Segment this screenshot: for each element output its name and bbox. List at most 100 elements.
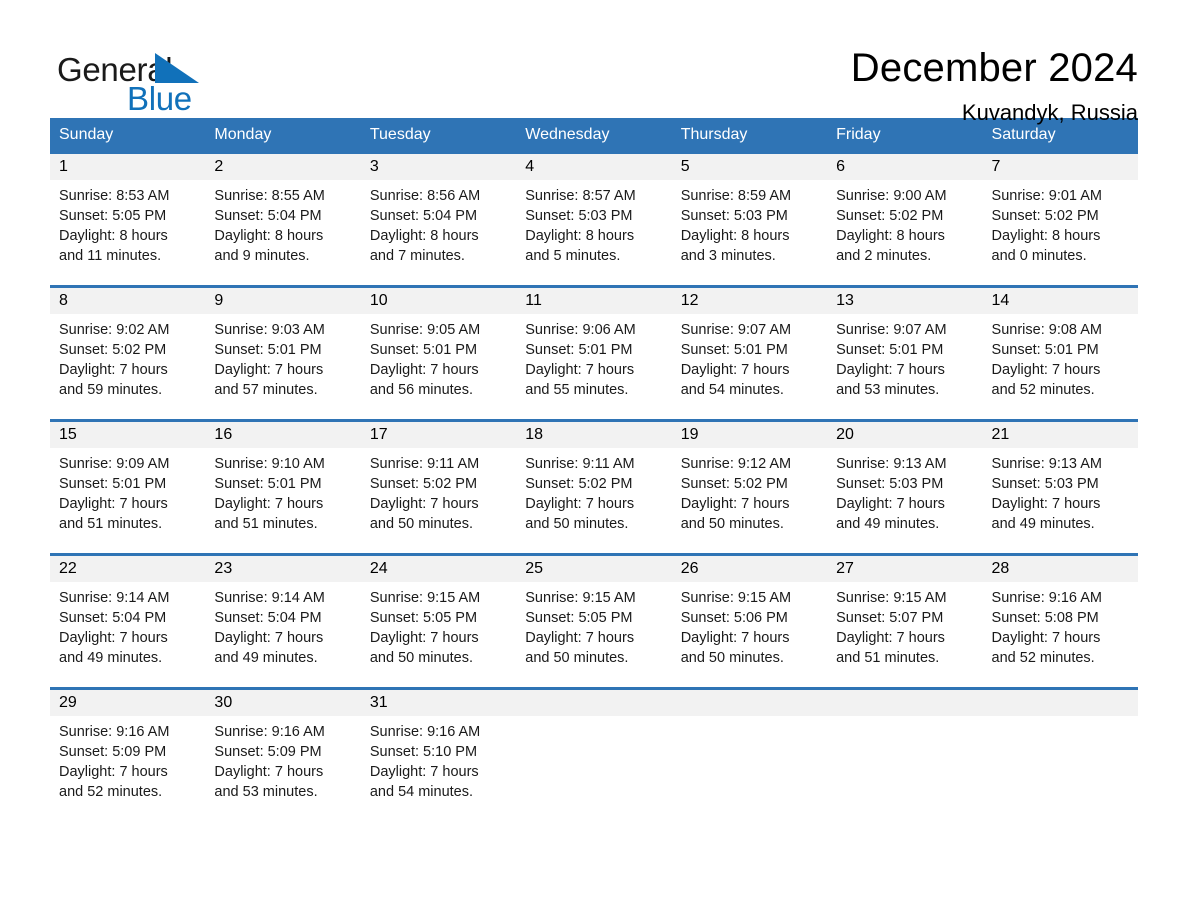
sunrise-text: Sunrise: 9:16 AM bbox=[991, 590, 1102, 606]
day-cell[interactable]: 28 Sunrise: 9:16 AM Sunset: 5:08 PM Dayl… bbox=[982, 556, 1138, 687]
day-number: 30 bbox=[205, 690, 361, 716]
daylight-text-line1: Daylight: 7 hours bbox=[59, 362, 168, 378]
day-cell[interactable]: 14 Sunrise: 9:08 AM Sunset: 5:01 PM Dayl… bbox=[982, 288, 1138, 419]
day-cell[interactable]: 16 Sunrise: 9:10 AM Sunset: 5:01 PM Dayl… bbox=[205, 422, 361, 553]
sunset-text: Sunset: 5:05 PM bbox=[59, 208, 167, 224]
daylight-text-line2: and 11 minutes. bbox=[59, 248, 162, 264]
day-info: Sunrise: 9:06 AM Sunset: 5:01 PM Dayligh… bbox=[516, 314, 671, 400]
day-info: Sunrise: 8:56 AM Sunset: 5:04 PM Dayligh… bbox=[361, 180, 516, 266]
day-cell[interactable]: 15 Sunrise: 9:09 AM Sunset: 5:01 PM Dayl… bbox=[50, 422, 206, 553]
day-number: 9 bbox=[205, 288, 361, 314]
day-info: Sunrise: 9:05 AM Sunset: 5:01 PM Dayligh… bbox=[361, 314, 516, 400]
sunrise-text: Sunrise: 9:13 AM bbox=[991, 456, 1102, 472]
daylight-text-line1: Daylight: 8 hours bbox=[525, 228, 635, 244]
day-number bbox=[671, 690, 828, 716]
day-number bbox=[827, 690, 983, 716]
daylight-text-line1: Daylight: 8 hours bbox=[991, 228, 1101, 244]
day-info: Sunrise: 9:10 AM Sunset: 5:01 PM Dayligh… bbox=[205, 448, 360, 534]
sunset-text: Sunset: 5:02 PM bbox=[680, 476, 788, 492]
day-cell[interactable]: 11 Sunrise: 9:06 AM Sunset: 5:01 PM Dayl… bbox=[516, 288, 672, 419]
day-cell[interactable]: 2 Sunrise: 8:55 AM Sunset: 5:04 PM Dayli… bbox=[205, 154, 361, 285]
day-cell[interactable]: 20 Sunrise: 9:13 AM Sunset: 5:03 PM Dayl… bbox=[827, 422, 983, 553]
day-cell[interactable]: 30 Sunrise: 9:16 AM Sunset: 5:09 PM Dayl… bbox=[205, 690, 361, 821]
daylight-text-line1: Daylight: 7 hours bbox=[525, 630, 635, 646]
day-cell[interactable]: 23 Sunrise: 9:14 AM Sunset: 5:04 PM Dayl… bbox=[205, 556, 361, 687]
daylight-text-line1: Daylight: 7 hours bbox=[59, 630, 168, 646]
day-cell[interactable]: 17 Sunrise: 9:11 AM Sunset: 5:02 PM Dayl… bbox=[360, 422, 517, 553]
day-info: Sunrise: 8:55 AM Sunset: 5:04 PM Dayligh… bbox=[205, 180, 360, 266]
day-cell[interactable]: 19 Sunrise: 9:12 AM Sunset: 5:02 PM Dayl… bbox=[671, 422, 828, 553]
day-cell[interactable]: 26 Sunrise: 9:15 AM Sunset: 5:06 PM Dayl… bbox=[671, 556, 828, 687]
day-cell[interactable]: 22 Sunrise: 9:14 AM Sunset: 5:04 PM Dayl… bbox=[50, 556, 206, 687]
day-cell[interactable]: 13 Sunrise: 9:07 AM Sunset: 5:01 PM Dayl… bbox=[827, 288, 983, 419]
daylight-text-line2: and 51 minutes. bbox=[836, 650, 940, 666]
daylight-text-line2: and 55 minutes. bbox=[525, 382, 629, 398]
day-info: Sunrise: 8:53 AM Sunset: 5:05 PM Dayligh… bbox=[50, 180, 205, 266]
daylight-text-line2: and 3 minutes. bbox=[680, 248, 776, 264]
daylight-text-line2: and 49 minutes. bbox=[991, 516, 1095, 532]
sunrise-text: Sunrise: 9:08 AM bbox=[991, 322, 1102, 338]
day-info: Sunrise: 9:16 AM Sunset: 5:08 PM Dayligh… bbox=[983, 582, 1138, 668]
day-cell[interactable]: 27 Sunrise: 9:15 AM Sunset: 5:07 PM Dayl… bbox=[827, 556, 983, 687]
day-info: Sunrise: 8:59 AM Sunset: 5:03 PM Dayligh… bbox=[672, 180, 827, 266]
daylight-text-line1: Daylight: 7 hours bbox=[214, 764, 324, 780]
sunset-text: Sunset: 5:04 PM bbox=[214, 610, 322, 626]
sunset-text: Sunset: 5:05 PM bbox=[525, 610, 633, 626]
sunrise-text: Sunrise: 9:11 AM bbox=[369, 456, 480, 472]
sunrise-text: Sunrise: 9:06 AM bbox=[525, 322, 636, 338]
daylight-text-line2: and 54 minutes. bbox=[369, 784, 474, 800]
day-cell[interactable]: 3 Sunrise: 8:56 AM Sunset: 5:04 PM Dayli… bbox=[360, 154, 517, 285]
day-info: Sunrise: 9:16 AM Sunset: 5:09 PM Dayligh… bbox=[205, 716, 360, 802]
day-cell[interactable]: 4 Sunrise: 8:57 AM Sunset: 5:03 PM Dayli… bbox=[516, 154, 672, 285]
sunset-text: Sunset: 5:01 PM bbox=[836, 342, 944, 358]
day-cell[interactable]: 21 Sunrise: 9:13 AM Sunset: 5:03 PM Dayl… bbox=[982, 422, 1138, 553]
daylight-text-line2: and 49 minutes. bbox=[59, 650, 163, 666]
day-number: 27 bbox=[827, 556, 983, 582]
daylight-text-line2: and 53 minutes. bbox=[836, 382, 940, 398]
day-cell[interactable]: 7 Sunrise: 9:01 AM Sunset: 5:02 PM Dayli… bbox=[982, 154, 1138, 285]
sunrise-text: Sunrise: 9:16 AM bbox=[369, 724, 481, 740]
day-cell-empty bbox=[671, 690, 828, 821]
sunset-text: Sunset: 5:06 PM bbox=[680, 610, 788, 626]
day-info: Sunrise: 9:14 AM Sunset: 5:04 PM Dayligh… bbox=[50, 582, 205, 668]
day-cell[interactable]: 24 Sunrise: 9:15 AM Sunset: 5:05 PM Dayl… bbox=[360, 556, 517, 687]
day-cell[interactable]: 10 Sunrise: 9:05 AM Sunset: 5:01 PM Dayl… bbox=[360, 288, 517, 419]
day-cell[interactable]: 6 Sunrise: 9:00 AM Sunset: 5:02 PM Dayli… bbox=[827, 154, 983, 285]
sunset-text: Sunset: 5:01 PM bbox=[59, 476, 167, 492]
day-number: 13 bbox=[827, 288, 983, 314]
daylight-text-line1: Daylight: 7 hours bbox=[680, 362, 790, 378]
sunrise-text: Sunrise: 9:15 AM bbox=[836, 590, 947, 606]
sunrise-text: Sunrise: 9:07 AM bbox=[680, 322, 792, 338]
sunset-text: Sunset: 5:01 PM bbox=[680, 342, 788, 358]
daylight-text-line1: Daylight: 7 hours bbox=[836, 496, 945, 512]
day-cell[interactable]: 12 Sunrise: 9:07 AM Sunset: 5:01 PM Dayl… bbox=[671, 288, 828, 419]
sunset-text: Sunset: 5:09 PM bbox=[59, 744, 167, 760]
daylight-text-line2: and 2 minutes. bbox=[836, 248, 932, 264]
sunrise-text: Sunrise: 9:00 AM bbox=[836, 188, 947, 204]
sunrise-text: Sunrise: 9:02 AM bbox=[59, 322, 170, 338]
day-info: Sunrise: 9:07 AM Sunset: 5:01 PM Dayligh… bbox=[827, 314, 982, 400]
day-info: Sunrise: 9:12 AM Sunset: 5:02 PM Dayligh… bbox=[672, 448, 827, 534]
sunrise-text: Sunrise: 9:15 AM bbox=[525, 590, 636, 606]
day-number: 19 bbox=[671, 422, 828, 448]
day-info: Sunrise: 9:13 AM Sunset: 5:03 PM Dayligh… bbox=[983, 448, 1138, 534]
day-cell[interactable]: 5 Sunrise: 8:59 AM Sunset: 5:03 PM Dayli… bbox=[671, 154, 828, 285]
sunrise-text: Sunrise: 9:16 AM bbox=[59, 724, 170, 740]
day-cell[interactable]: 25 Sunrise: 9:15 AM Sunset: 5:05 PM Dayl… bbox=[516, 556, 672, 687]
daylight-text-line1: Daylight: 7 hours bbox=[525, 496, 635, 512]
sunrise-text: Sunrise: 9:09 AM bbox=[59, 456, 170, 472]
day-cell[interactable]: 31 Sunrise: 9:16 AM Sunset: 5:10 PM Dayl… bbox=[360, 690, 517, 821]
day-number: 14 bbox=[982, 288, 1138, 314]
sunrise-text: Sunrise: 9:01 AM bbox=[991, 188, 1102, 204]
sunrise-text: Sunrise: 9:12 AM bbox=[680, 456, 792, 472]
day-cell[interactable]: 18 Sunrise: 9:11 AM Sunset: 5:02 PM Dayl… bbox=[516, 422, 672, 553]
brand-logo[interactable]: General Blue bbox=[57, 42, 207, 115]
weekday-header-sunday: Sunday bbox=[59, 126, 114, 143]
day-cell[interactable]: 29 Sunrise: 9:16 AM Sunset: 5:09 PM Dayl… bbox=[50, 690, 206, 821]
day-cell[interactable]: 1 Sunrise: 8:53 AM Sunset: 5:05 PM Dayli… bbox=[50, 154, 206, 285]
day-cell[interactable]: 8 Sunrise: 9:02 AM Sunset: 5:02 PM Dayli… bbox=[50, 288, 206, 419]
day-cell[interactable]: 9 Sunrise: 9:03 AM Sunset: 5:01 PM Dayli… bbox=[205, 288, 361, 419]
daylight-text-line1: Daylight: 7 hours bbox=[59, 496, 168, 512]
day-info: Sunrise: 9:13 AM Sunset: 5:03 PM Dayligh… bbox=[827, 448, 982, 534]
day-number: 5 bbox=[671, 154, 828, 180]
